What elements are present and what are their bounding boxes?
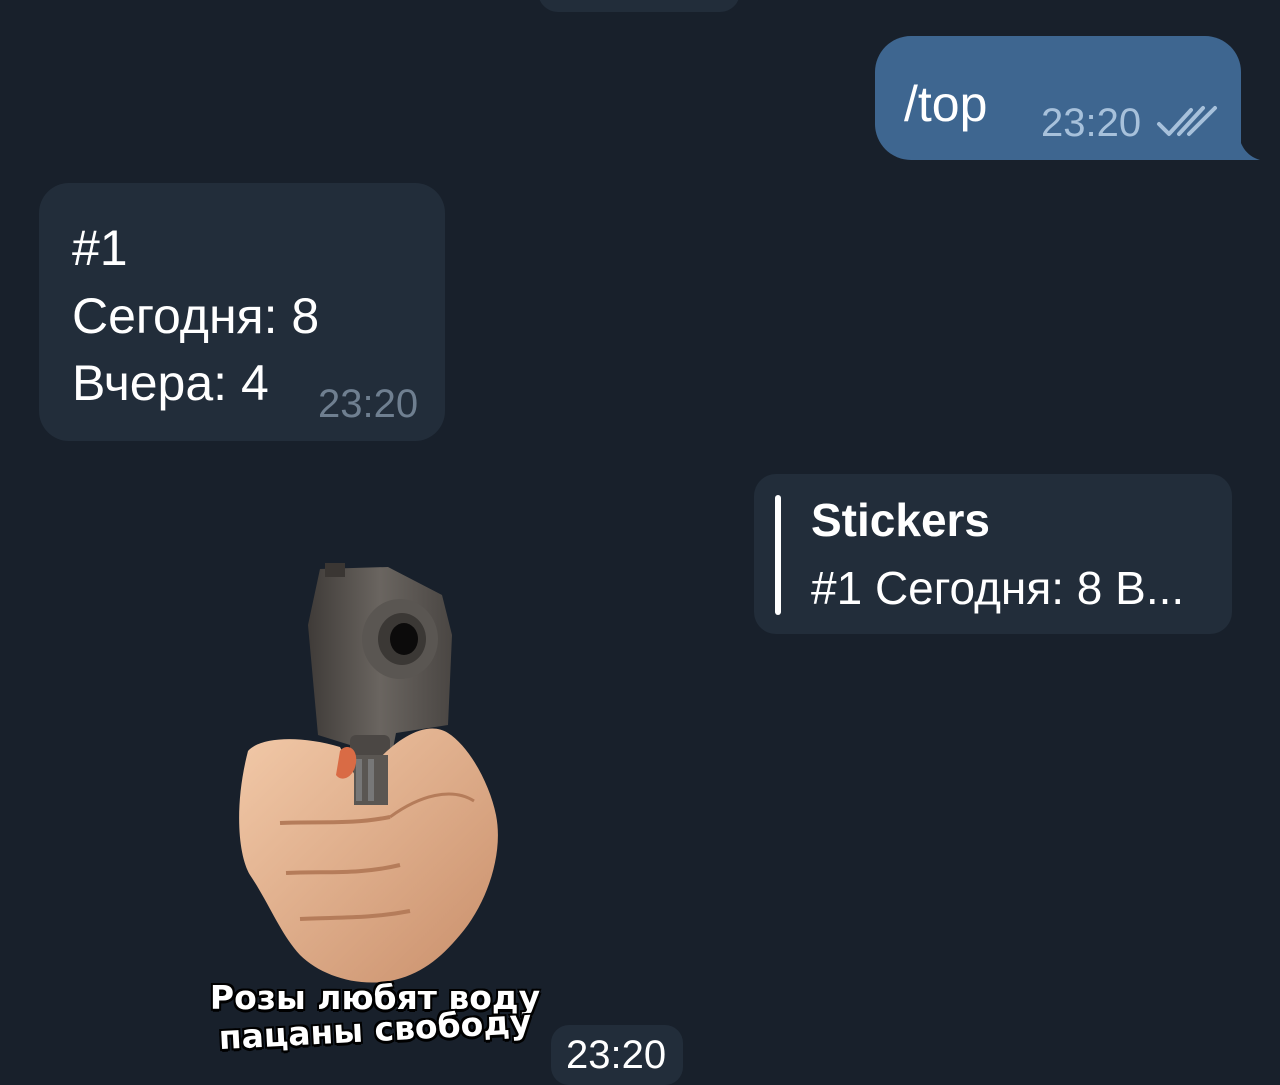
incoming-message-time: 23:20 — [318, 382, 419, 426]
outgoing-message-text: /top — [904, 76, 988, 132]
incoming-message-rank: #1 — [72, 220, 128, 276]
sticker-caption: Розы любят воду пацаны свободу — [180, 981, 570, 1057]
reply-preview-snippet: #1 Сегодня: 8 В... — [811, 562, 1185, 614]
bubble-tail-icon — [1226, 126, 1260, 160]
incoming-message-today: Сегодня: 8 — [72, 288, 320, 344]
incoming-message-yesterday: Вчера: 4 — [72, 355, 269, 411]
reply-preview-title: Stickers — [811, 494, 991, 546]
sticker-message-time: 23:20 — [566, 1033, 667, 1077]
reply-accent-bar — [775, 495, 781, 615]
previous-message-stub — [538, 0, 740, 12]
double-check-icon — [1157, 106, 1217, 136]
outgoing-message-time: 23:20 — [1041, 101, 1142, 145]
